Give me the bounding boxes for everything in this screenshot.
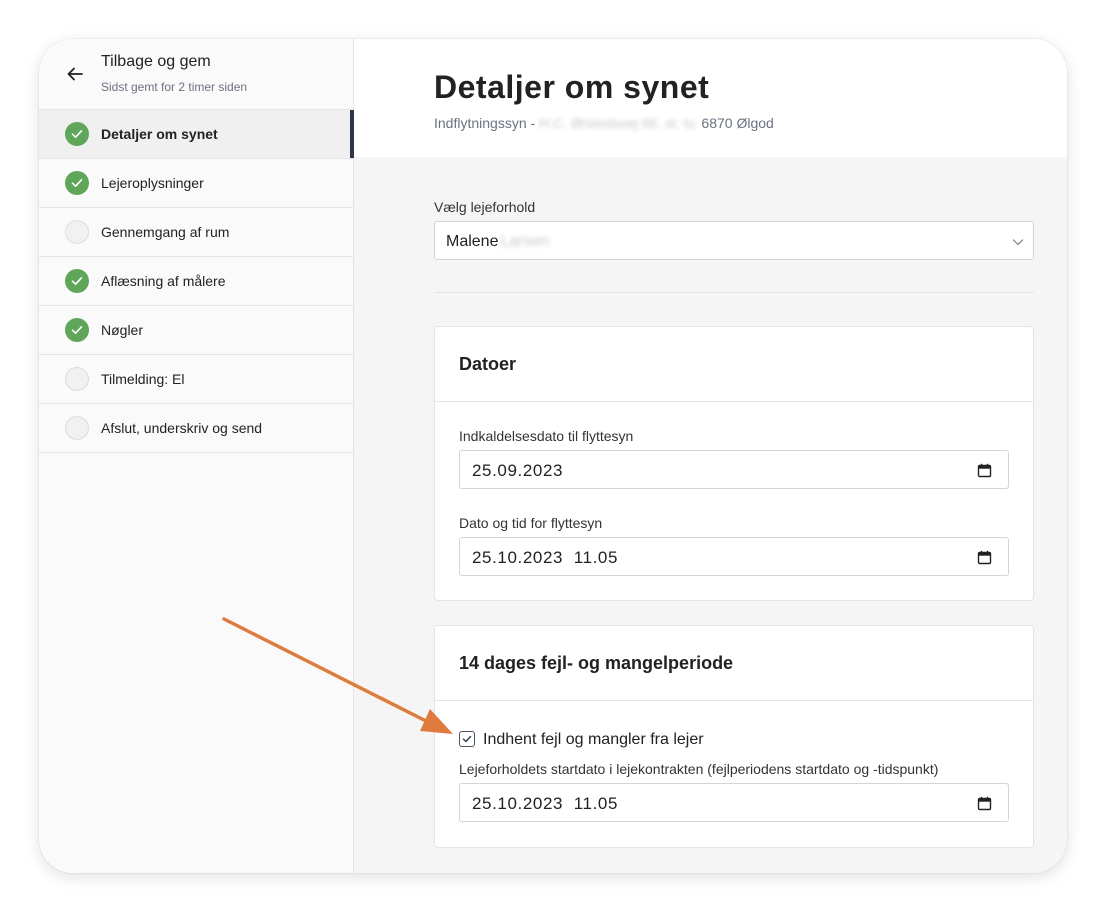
collect-defects-checkbox[interactable]: [459, 731, 475, 747]
card-divider: [435, 401, 1033, 402]
subtitle-city: 6870 Ølgod: [697, 115, 774, 131]
sidebar-item-tilmelding-el[interactable]: Tilmelding: El: [39, 355, 353, 404]
dates-card-title: Datoer: [459, 354, 517, 374]
sidebar-item-lejeroplysninger[interactable]: Lejeroplysninger: [39, 159, 353, 208]
inspection-datetime-value: 25.10.2023 11.05: [472, 548, 619, 567]
arrow-left-icon[interactable]: [66, 65, 84, 83]
last-saved-status: Sidst gemt for 2 timer siden: [101, 80, 248, 94]
app-window: Tilbage og gem Sidst gemt for 2 timer si…: [39, 39, 1067, 873]
card-divider: [435, 700, 1033, 701]
step-label: Afslut, underskriv og send: [101, 420, 263, 436]
tenancy-selected-value: Malene Larsen: [446, 233, 549, 251]
subtitle-prefix: Indflytningssyn -: [434, 115, 540, 131]
dates-card: Datoer Indkaldelsesdato til flyttesyn 25…: [434, 326, 1034, 601]
step-label: Detaljer om synet: [101, 126, 218, 142]
defects-period-card: 14 dages fejl- og mangelperiode Indhent …: [434, 625, 1034, 848]
step-list: Detaljer om synet Lejeroplysninger Genne…: [39, 110, 354, 453]
chevron-down-icon: [1012, 239, 1024, 246]
sidebar-item-noegler[interactable]: Nøgler: [39, 306, 353, 355]
sidebar-item-detaljer-om-synet[interactable]: Detaljer om synet: [39, 110, 354, 159]
step-label: Lejeroplysninger: [101, 175, 204, 191]
check-circle-icon: [65, 269, 89, 293]
tenancy-select[interactable]: Malene Larsen: [434, 221, 1034, 260]
main-content: Detaljer om synet Indflytningssyn - H.C.…: [354, 39, 1067, 873]
calendar-icon[interactable]: [977, 550, 992, 565]
summons-date-input[interactable]: 25.09.2023: [459, 450, 1009, 489]
summons-date-label: Indkaldelsesdato til flyttesyn: [459, 428, 634, 444]
inspection-datetime-input[interactable]: 25.10.2023 11.05: [459, 537, 1009, 576]
summons-date-value: 25.09.2023: [472, 461, 564, 480]
empty-circle-icon: [65, 220, 89, 244]
redacted-tenant-surname: Larsen: [500, 233, 550, 250]
empty-circle-icon: [65, 416, 89, 440]
sidebar: Tilbage og gem Sidst gemt for 2 timer si…: [39, 39, 354, 873]
redacted-address: H.C. Ørstedsvej 66, st. tv.: [539, 115, 698, 131]
page-header: Detaljer om synet Indflytningssyn - H.C.…: [354, 39, 1067, 157]
step-label: Aflæsning af målere: [101, 273, 226, 289]
sidebar-item-aflaesning-af-maalere[interactable]: Aflæsning af målere: [39, 257, 353, 306]
page-title: Detaljer om synet: [434, 69, 710, 105]
sidebar-header: Tilbage og gem Sidst gemt for 2 timer si…: [39, 39, 353, 110]
check-circle-icon: [65, 171, 89, 195]
tenancy-label: Vælg lejeforhold: [434, 199, 536, 215]
check-circle-icon: [65, 318, 89, 342]
calendar-icon[interactable]: [977, 796, 992, 811]
tenant-first-name: Malene: [446, 233, 499, 250]
sidebar-item-gennemgang-af-rum[interactable]: Gennemgang af rum: [39, 208, 353, 257]
sidebar-item-afslut-underskriv-og-send[interactable]: Afslut, underskriv og send: [39, 404, 353, 453]
tenancy-start-input[interactable]: 25.10.2023 11.05: [459, 783, 1009, 822]
empty-circle-icon: [65, 367, 89, 391]
defects-card-title: 14 dages fejl- og mangelperiode: [459, 653, 734, 673]
collect-defects-label[interactable]: Indhent fejl og mangler fra lejer: [483, 731, 704, 749]
page-subtitle: Indflytningssyn - H.C. Ørstedsvej 66, st…: [434, 115, 774, 131]
step-label: Nøgler: [101, 322, 144, 338]
section-divider: [434, 292, 1034, 293]
tenancy-start-label: Lejeforholdets startdato i lejekontrakte…: [459, 761, 939, 777]
calendar-icon[interactable]: [977, 463, 992, 478]
check-circle-icon: [65, 122, 89, 146]
inspection-datetime-label: Dato og tid for flyttesyn: [459, 515, 603, 531]
step-label: Tilmelding: El: [101, 371, 185, 387]
tenancy-start-value: 25.10.2023 11.05: [472, 794, 619, 813]
step-label: Gennemgang af rum: [101, 224, 230, 240]
back-and-save-link[interactable]: Tilbage og gem: [101, 53, 211, 71]
